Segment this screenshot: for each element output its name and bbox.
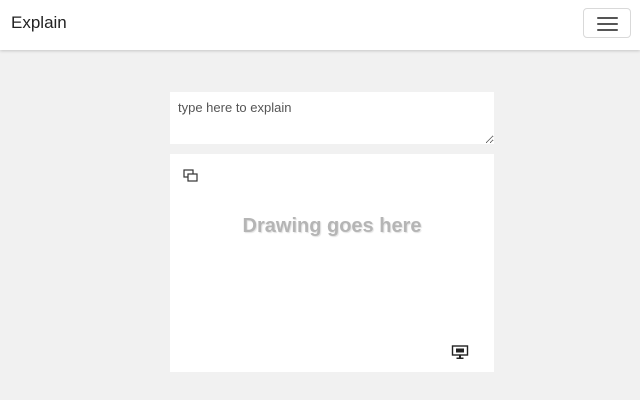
menu-toggle-button[interactable] bbox=[583, 8, 631, 38]
present-screen-icon[interactable] bbox=[451, 343, 469, 361]
explain-textarea[interactable] bbox=[170, 92, 494, 144]
main-content: Drawing goes here bbox=[0, 50, 640, 400]
copy-icon[interactable] bbox=[182, 167, 200, 185]
drawing-placeholder: Drawing goes here bbox=[242, 215, 422, 237]
app-brand[interactable]: Explain bbox=[11, 13, 67, 33]
navbar: Explain bbox=[0, 0, 640, 50]
drawing-canvas[interactable]: Drawing goes here bbox=[170, 154, 494, 372]
